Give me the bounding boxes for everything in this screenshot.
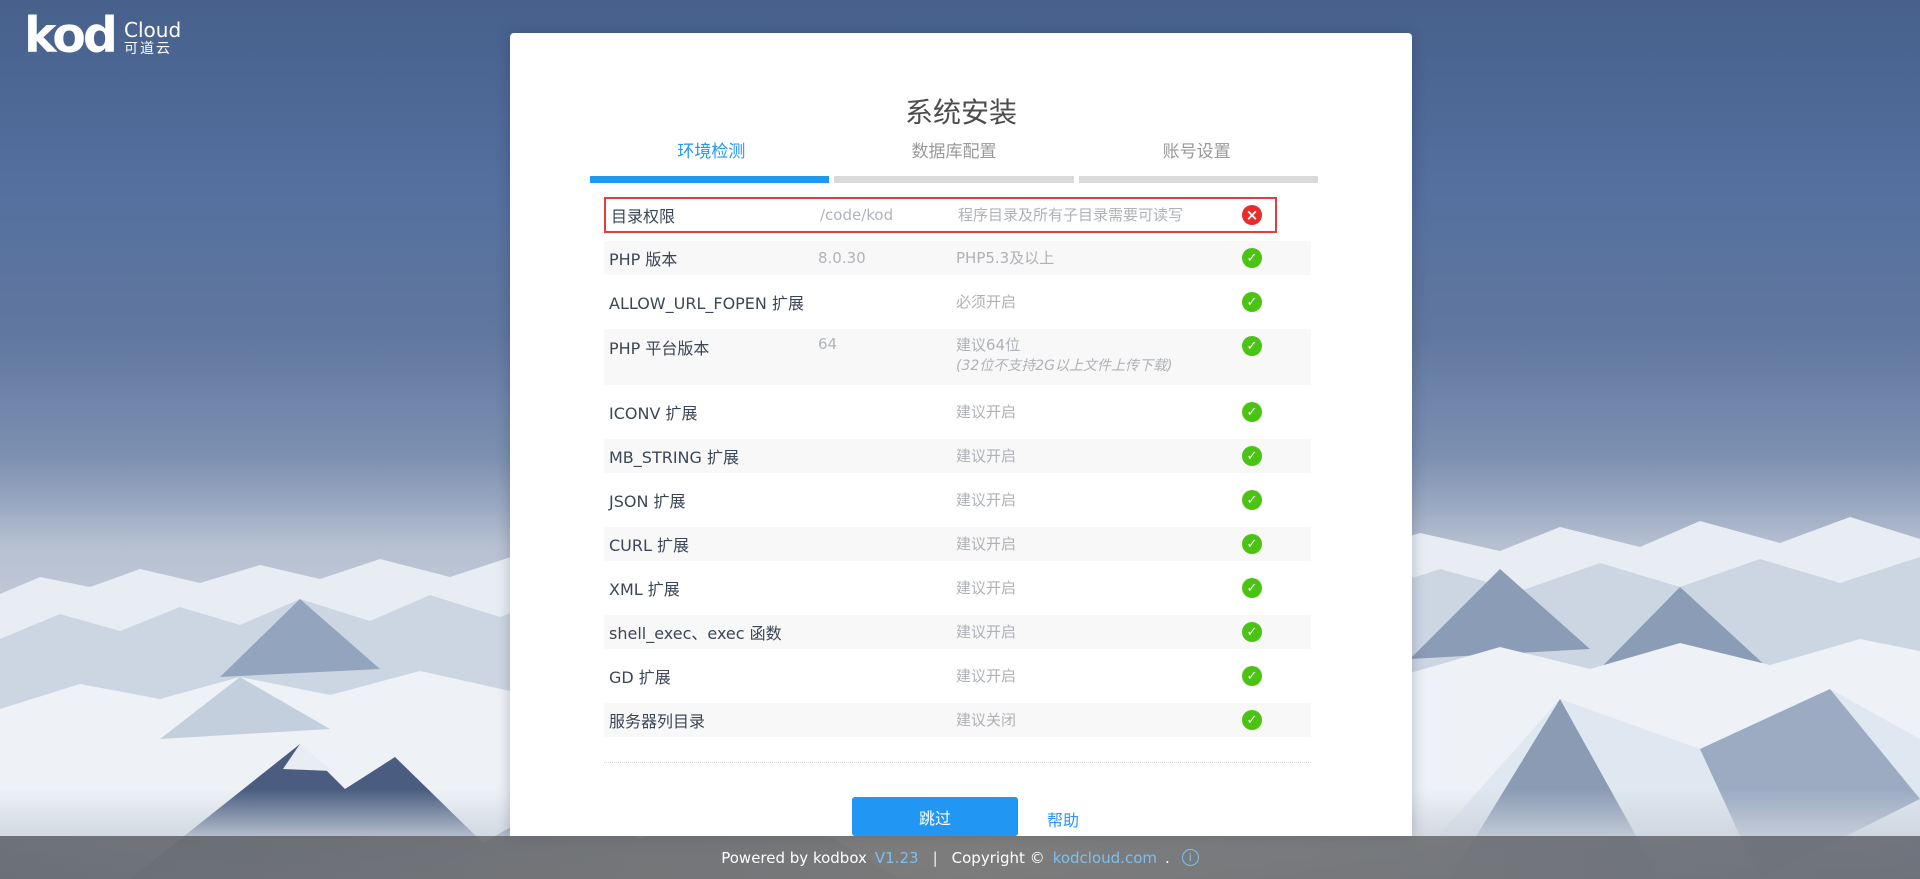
check-row: ICONV 扩展 建议开启 ✓ — [604, 395, 1311, 429]
tab-environment-check[interactable]: 环境检测 — [590, 137, 833, 162]
check-name: CURL 扩展 — [604, 532, 818, 556]
check-pass-icon: ✓ — [1242, 622, 1262, 642]
check-row: JSON 扩展 建议开启 ✓ — [604, 483, 1311, 517]
progress-segment-2 — [834, 176, 1073, 183]
check-name: JSON 扩展 — [604, 488, 818, 512]
check-current-value: 64 — [818, 335, 956, 353]
footer-dot: . — [1165, 849, 1170, 867]
check-row: ALLOW_URL_FOPEN 扩展 必须开启 ✓ — [604, 285, 1311, 319]
tab-database-config[interactable]: 数据库配置 — [833, 137, 1076, 162]
check-name: 服务器列目录 — [604, 708, 818, 732]
environment-check-list: 目录权限 /code/kod 程序目录及所有子目录需要可读写 × PHP 版本 … — [604, 197, 1311, 747]
check-name: 目录权限 — [606, 203, 820, 227]
check-name: XML 扩展 — [604, 576, 818, 600]
logo-wordmark: kod — [24, 12, 115, 60]
check-pass-icon: ✓ — [1242, 446, 1262, 466]
logo-product-name: Cloud — [124, 19, 181, 41]
check-requirement: 必须开启 — [956, 293, 1016, 311]
check-name: shell_exec、exec 函数 — [604, 620, 818, 644]
check-pass-icon: ✓ — [1242, 292, 1262, 312]
check-pass-icon: ✓ — [1242, 248, 1262, 268]
check-pass-icon: ✓ — [1242, 710, 1262, 730]
step-progress-bar — [590, 176, 1318, 183]
logo-subtitle: Cloud 可道云 — [124, 12, 181, 60]
info-icon[interactable]: i — [1182, 849, 1199, 866]
check-name: ICONV 扩展 — [604, 400, 818, 424]
footer-version-link[interactable]: V1.23 — [875, 849, 919, 867]
check-pass-icon: ✓ — [1242, 534, 1262, 554]
check-row: CURL 扩展 建议开启 ✓ — [604, 527, 1311, 561]
tab-account-setup[interactable]: 账号设置 — [1075, 137, 1318, 162]
check-row: GD 扩展 建议开启 ✓ — [604, 659, 1311, 693]
kodcloud-logo: kod Cloud 可道云 — [24, 12, 181, 60]
check-fail-icon: × — [1242, 205, 1262, 225]
check-row: PHP 版本 8.0.30 PHP5.3及以上 ✓ — [604, 241, 1311, 275]
divider — [604, 762, 1311, 763]
check-requirement: 建议开启 — [956, 535, 1016, 553]
check-row: shell_exec、exec 函数 建议开启 ✓ — [604, 615, 1311, 649]
footer-separator: | — [933, 849, 938, 867]
logo-chinese-name: 可道云 — [124, 41, 181, 58]
check-row: XML 扩展 建议开启 ✓ — [604, 571, 1311, 605]
check-row: MB_STRING 扩展 建议开启 ✓ — [604, 439, 1311, 473]
check-current-value: /code/kod — [820, 206, 958, 224]
check-requirement-cell: 程序目录及所有子目录需要可读写 — [958, 205, 1275, 226]
progress-segment-3 — [1079, 176, 1318, 183]
check-requirement: 建议开启 — [956, 579, 1016, 597]
progress-segment-1 — [590, 176, 829, 183]
check-name: ALLOW_URL_FOPEN 扩展 — [604, 290, 818, 314]
check-row: PHP 平台版本 64 建议64位 (32位不支持2G以上文件上传下载) ✓ — [604, 329, 1311, 385]
footer-copyright: Copyright © — [952, 849, 1045, 867]
footer-bar: Powered by kodbox V1.23 | Copyright © ko… — [0, 836, 1920, 879]
page-title: 系统安装 — [510, 91, 1412, 131]
check-name: PHP 平台版本 — [604, 335, 818, 359]
check-requirement: 建议开启 — [956, 491, 1016, 509]
check-requirement: 建议关闭 — [956, 711, 1016, 729]
check-requirement: 程序目录及所有子目录需要可读写 — [958, 206, 1183, 224]
check-name: MB_STRING 扩展 — [604, 444, 818, 468]
check-requirement: 建议开启 — [956, 403, 1016, 421]
check-pass-icon: ✓ — [1242, 666, 1262, 686]
check-pass-icon: ✓ — [1242, 578, 1262, 598]
check-row: 服务器列目录 建议关闭 ✓ — [604, 703, 1311, 737]
check-name: PHP 版本 — [604, 246, 818, 270]
check-pass-icon: ✓ — [1242, 490, 1262, 510]
check-row: 目录权限 /code/kod 程序目录及所有子目录需要可读写 × — [604, 197, 1277, 233]
check-requirement: 建议开启 — [956, 447, 1016, 465]
installer-step-tabs: 环境检测 数据库配置 账号设置 — [590, 137, 1318, 162]
check-requirement: 建议开启 — [956, 623, 1016, 641]
help-link[interactable]: 帮助 — [1047, 807, 1079, 831]
check-pass-icon: ✓ — [1242, 402, 1262, 422]
footer-kodcloud-link[interactable]: kodcloud.com — [1053, 849, 1157, 867]
check-requirement-note: (32位不支持2G以上文件上传下载) — [956, 356, 1311, 377]
installer-card: 系统安装 环境检测 数据库配置 账号设置 目录权限 /code/kod 程序目录… — [510, 33, 1412, 836]
skip-button[interactable]: 跳过 — [852, 797, 1018, 836]
check-requirement: 建议开启 — [956, 667, 1016, 685]
check-requirement: PHP5.3及以上 — [956, 249, 1054, 267]
check-pass-icon: ✓ — [1242, 336, 1262, 356]
footer-powered-by: Powered by kodbox — [721, 849, 867, 867]
check-current-value: 8.0.30 — [818, 249, 956, 267]
check-requirement: 建议64位 — [956, 336, 1020, 354]
check-name: GD 扩展 — [604, 664, 818, 688]
